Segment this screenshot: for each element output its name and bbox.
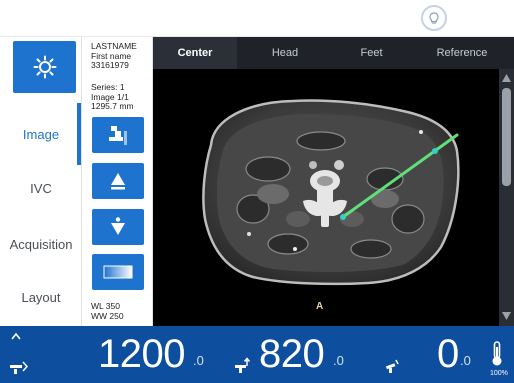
tab-label: Reference xyxy=(436,47,488,59)
table-vertical-icon xyxy=(235,357,251,373)
nav-item-image[interactable]: Image xyxy=(0,114,82,154)
nav-item-label: Image xyxy=(22,126,60,142)
slice-position: 1295.7 mm xyxy=(91,101,134,111)
nav-item-acquisition[interactable]: Acquisition xyxy=(0,224,82,264)
window-level-button[interactable] xyxy=(92,254,144,290)
table-position-button[interactable] xyxy=(92,117,144,153)
bulb-icon[interactable] xyxy=(421,5,447,31)
tab-reference[interactable]: Reference xyxy=(410,37,514,69)
move-down-button[interactable] xyxy=(92,209,144,245)
scroll-down-icon[interactable] xyxy=(499,309,514,323)
lights-button[interactable] xyxy=(13,41,76,93)
table-position-icon xyxy=(109,126,127,145)
horizontal-position-decimal: .0 xyxy=(193,353,204,368)
top-bar xyxy=(0,0,514,37)
ct-scan-image[interactable] xyxy=(153,69,499,326)
table-horizontal-icon xyxy=(10,361,29,374)
thermometer-percent: 100% xyxy=(490,370,508,377)
nav-active-indicator xyxy=(77,103,81,165)
move-down-icon xyxy=(111,217,125,235)
needle-entry-marker xyxy=(432,148,438,154)
tab-label: Head xyxy=(271,47,299,59)
nav-item-label: IVC xyxy=(30,180,52,196)
image-tools-panel: LASTNAME First name 33161979 Series: 1 I… xyxy=(83,37,153,326)
nav-item-label: Acquisition xyxy=(9,236,73,252)
caret-up-icon[interactable] xyxy=(10,331,22,341)
orientation-marker: A xyxy=(316,301,324,312)
table-status-bar: 1200 .0 820 .0 0 .0 100% xyxy=(0,326,514,383)
window-width: WW 250 xyxy=(91,311,124,321)
tab-label: Center xyxy=(177,47,213,59)
patient-id: 33161979 xyxy=(91,60,129,70)
viewer-tabs: Center Head Feet Reference xyxy=(153,37,514,69)
scroll-up-icon[interactable] xyxy=(499,71,514,85)
tilt-value: 0 xyxy=(437,332,459,376)
nav-item-layout[interactable]: Layout xyxy=(0,277,82,317)
tilt-decimal: .0 xyxy=(460,353,471,368)
image-viewer: Center Head Feet Reference A xyxy=(153,37,514,326)
scroll-thumb[interactable] xyxy=(502,88,511,186)
tab-head[interactable]: Head xyxy=(237,37,333,69)
table-tilt-icon xyxy=(385,359,399,373)
move-up-button[interactable] xyxy=(92,163,144,199)
move-up-icon xyxy=(111,173,125,190)
vertical-position-decimal: .0 xyxy=(333,353,344,368)
tab-feet[interactable]: Feet xyxy=(333,37,410,69)
nav-item-ivc[interactable]: IVC xyxy=(0,168,82,208)
vertical-position-value: 820 xyxy=(259,332,325,376)
nav-item-label: Layout xyxy=(21,289,61,305)
tab-center[interactable]: Center xyxy=(153,37,237,69)
thermometer-icon xyxy=(492,341,502,366)
gradient-icon xyxy=(103,265,133,279)
needle-target-marker xyxy=(340,214,346,220)
tab-label: Feet xyxy=(360,47,383,59)
horizontal-position-value: 1200 xyxy=(98,332,185,376)
lights-icon xyxy=(33,55,56,79)
left-navigation: Image IVC Acquisition Layout xyxy=(0,37,82,326)
